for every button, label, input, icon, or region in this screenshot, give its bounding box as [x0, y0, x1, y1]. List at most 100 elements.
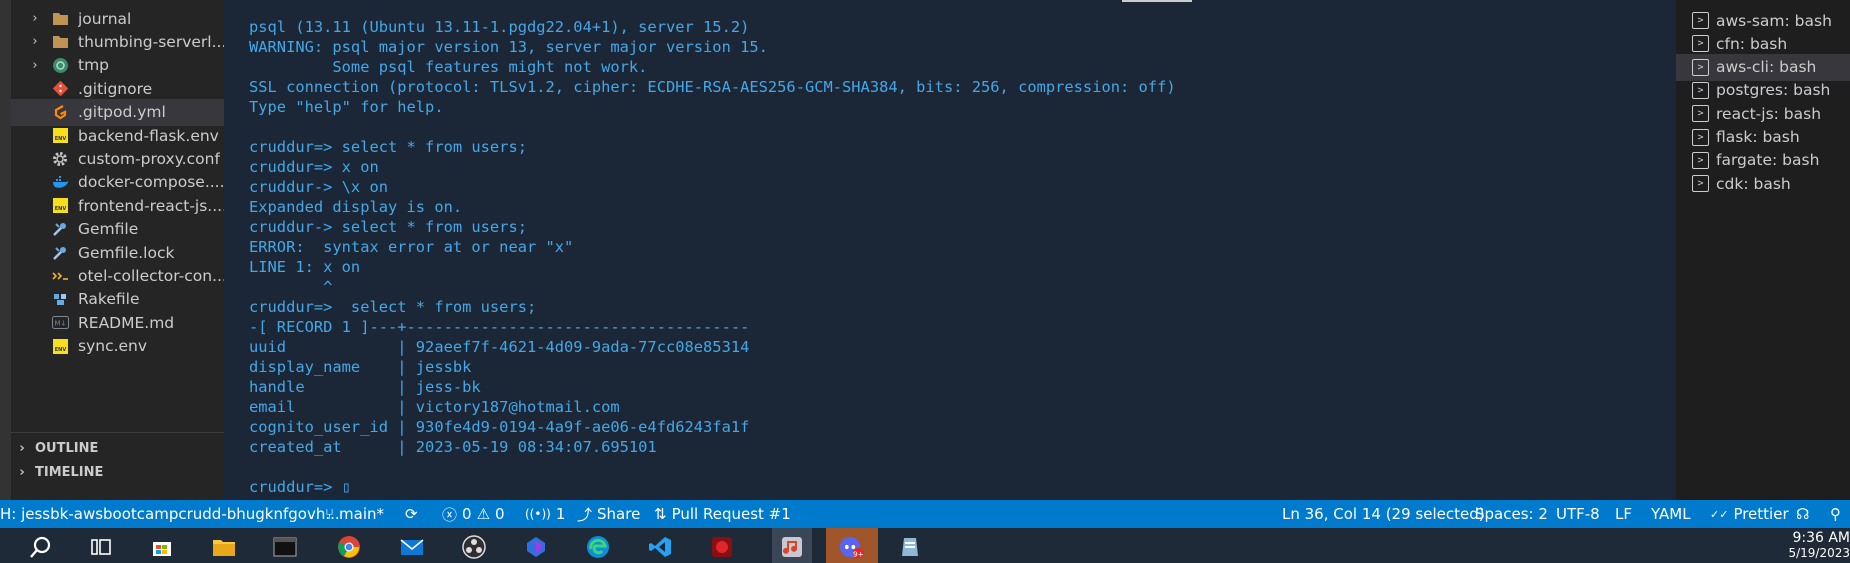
vscode-icon[interactable]	[647, 534, 673, 560]
pull-request-icon: ⇅	[654, 505, 667, 523]
section-timeline[interactable]: › TIMELINE	[11, 459, 224, 485]
eol-button[interactable]: LF	[1615, 500, 1632, 528]
svg-text:ENV: ENV	[54, 136, 66, 142]
sync-icon: ⟳	[405, 505, 418, 523]
bing-icon[interactable]	[523, 534, 549, 560]
chevron-right-icon: ›	[32, 11, 38, 26]
pull-request-button[interactable]: ⇅ Pull Request #1	[654, 500, 791, 528]
terminal-line: cognito_user_id | 930fe4d9-0194-4a9f-ae0…	[249, 418, 750, 436]
language-mode-button[interactable]: YAML	[1651, 500, 1691, 528]
explorer-item-label: otel-collector-con...	[78, 266, 224, 285]
file-explorer-icon[interactable]	[211, 534, 237, 560]
chrome-icon[interactable]	[336, 534, 362, 560]
notification-badge: 9+	[853, 549, 864, 558]
status-bar: H: jessbk-awsbootcampcrudd-bhugknfgovh..…	[0, 500, 1850, 528]
notifications-button[interactable]: ⚲	[1830, 500, 1841, 528]
cursor-position-label: Ln 36, Col 14 (29 selected)	[1282, 505, 1485, 523]
terminal-tab-cdk[interactable]: > cdk: bash	[1676, 170, 1850, 197]
panel-active-tab-indicator	[1122, 0, 1192, 2]
rake-icon	[51, 290, 69, 308]
terminal-tab-label: fargate: bash	[1716, 151, 1820, 170]
svg-text:ENV: ENV	[54, 206, 66, 212]
terminal-line: Some psql features might not work.	[249, 58, 648, 76]
chevron-right-icon: ›	[32, 34, 38, 50]
explorer-item-label: README.md	[78, 313, 175, 332]
clock-date: 5/19/2023	[1788, 546, 1850, 560]
terminal-line: -[ RECORD 1 ]---+-----------------------…	[249, 318, 750, 336]
terminal-line: cruddur=> x on	[249, 158, 379, 176]
folder-icon	[51, 10, 69, 28]
terminal-line: cruddur-> \x on	[249, 178, 388, 196]
explorer-item-label: docker-compose....	[78, 173, 224, 192]
share-label: Share	[597, 505, 641, 523]
terminal-icon: >	[1692, 105, 1709, 123]
terminal-line: cruddur=> select * from users;	[249, 298, 537, 316]
remote-indicator[interactable]: H: jessbk-awsbootcampcrudd-bhugknfgovh..…	[0, 500, 340, 528]
prettier-label: Prettier	[1733, 505, 1789, 523]
terminal-icon: >	[1692, 81, 1709, 99]
sync-button[interactable]: ⟳	[405, 500, 423, 528]
windows-taskbar: 9+ 9:36 AM 5/19/2023	[0, 528, 1850, 563]
terminal-line: cruddur-> select * from users;	[249, 218, 527, 236]
yaml-icon	[51, 267, 69, 285]
search-icon[interactable]	[28, 534, 54, 560]
explorer-item-label: Gemfile.lock	[78, 243, 175, 262]
terminal-line: created_at | 2023-05-19 08:34:07.695101	[249, 438, 657, 456]
prettier-button[interactable]: ✓✓ Prettier	[1710, 500, 1789, 528]
terminal-tab-label: cdk: bash	[1716, 174, 1791, 193]
indentation-button[interactable]: Spaces: 2	[1475, 500, 1548, 528]
discord-icon[interactable]: 9+	[838, 534, 864, 560]
bell-icon: ⚲	[1830, 505, 1841, 523]
terminal-app-icon[interactable]	[272, 534, 298, 560]
chevron-right-icon: ›	[32, 57, 38, 73]
indentation-label: Spaces: 2	[1475, 505, 1548, 523]
chevron-right-icon: ›	[19, 440, 25, 456]
ruby-gem-icon	[51, 220, 69, 238]
terminal-icon: >	[1692, 12, 1709, 29]
system-clock[interactable]: 9:36 AM 5/19/2023	[1780, 530, 1850, 560]
store-icon[interactable]	[149, 534, 175, 560]
env-file-icon: ENV	[51, 127, 69, 145]
section-outline[interactable]: › OUTLINE	[11, 435, 224, 461]
edge-icon[interactable]	[585, 534, 611, 560]
explorer-item[interactable]: ENV sync.env	[11, 333, 224, 360]
explorer-item-label: .gitignore	[78, 79, 153, 98]
terminal-tab-label: aws-sam: bash	[1716, 11, 1832, 30]
terminal-tab-label: react-js: bash	[1716, 104, 1822, 123]
red-app-icon[interactable]	[709, 534, 735, 560]
music-app-icon[interactable]	[779, 534, 805, 560]
notepad-icon[interactable]	[897, 534, 923, 560]
broadcast-icon: ((•))	[525, 507, 551, 521]
terminal-cursor: ▯	[341, 478, 351, 496]
chevron-right-icon: ›	[19, 464, 25, 480]
problems-button[interactable]: ⓧ 0 ⚠ 0	[442, 500, 505, 528]
feedback-icon: ☊	[1796, 505, 1810, 523]
branch-button[interactable]: ⑂ main*	[325, 500, 384, 528]
encoding-button[interactable]: UTF-8	[1556, 500, 1600, 528]
feedback-button[interactable]: ☊	[1796, 500, 1809, 528]
explorer-item-label: .gitpod.yml	[78, 103, 166, 122]
remote-label: H: jessbk-awsbootcampcrudd-bhugknfgovh..…	[0, 505, 340, 523]
terminal-line: display_name | jessbk	[249, 358, 472, 376]
svg-text:ENV: ENV	[54, 347, 66, 353]
explorer-item-label: Rakefile	[78, 290, 140, 309]
task-view-icon[interactable]	[88, 534, 114, 560]
terminal-line: uuid | 92aeef7f-4621-4d09-9ada-77cc08e85…	[249, 338, 750, 356]
terminal-line: email | victory187@hotmail.com	[249, 398, 620, 416]
cursor-position-button[interactable]: Ln 36, Col 14 (29 selected)	[1282, 500, 1485, 528]
section-label: TIMELINE	[35, 464, 104, 480]
terminal-icon: >	[1692, 175, 1709, 193]
terminal-panel[interactable]: psql (13.11 (Ubuntu 13.11-1.pgdg22.04+1)…	[224, 0, 1676, 500]
svg-text:M↓: M↓	[54, 320, 66, 328]
terminal-output: psql (13.11 (Ubuntu 13.11-1.pgdg22.04+1)…	[249, 17, 1176, 497]
markdown-icon: M↓	[51, 314, 69, 332]
share-button[interactable]: ⤴ Share	[577, 500, 640, 528]
mail-icon[interactable]	[399, 534, 425, 560]
error-icon: ⓧ	[442, 505, 458, 524]
terminal-icon: >	[1692, 128, 1709, 146]
gitpod-icon	[51, 103, 69, 121]
ports-button[interactable]: ((•)) 1	[525, 500, 565, 528]
obs-icon[interactable]	[461, 534, 487, 560]
ruby-gem-icon	[51, 244, 69, 262]
terminal-line: Expanded display is on.	[249, 198, 463, 216]
